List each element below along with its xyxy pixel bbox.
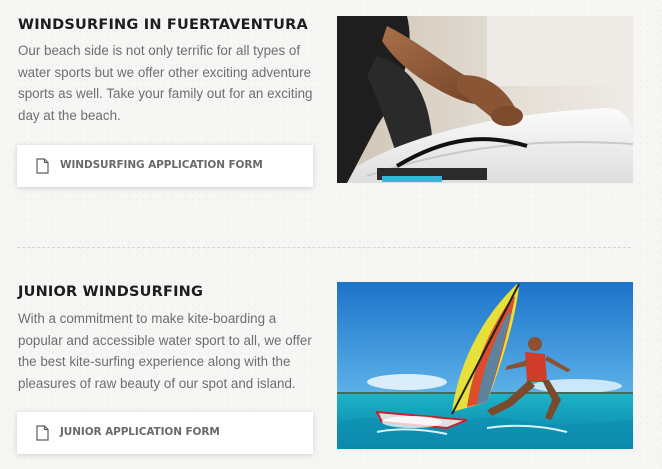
button-label: JUNIOR APPLICATION FORM <box>60 426 220 438</box>
document-icon <box>36 158 49 174</box>
document-icon <box>36 425 49 441</box>
section-description: With a commitment to make kite-boarding … <box>18 311 312 391</box>
hands-waxing-surfboard-photo <box>337 16 633 183</box>
section-divider <box>17 247 631 248</box>
junior-application-form-button[interactable]: JUNIOR APPLICATION FORM <box>17 412 313 454</box>
section-title: WINDSURFING IN FUERTAVENTURA <box>18 17 308 33</box>
junior-windsurfing-section: JUNIOR WINDSURFING With a commitment to … <box>0 250 662 469</box>
section-description: Our beach side is not only terrific for … <box>18 43 313 123</box>
button-label: WINDSURFING APPLICATION FORM <box>60 159 263 171</box>
windsurfing-application-form-button[interactable]: WINDSURFING APPLICATION FORM <box>17 145 313 187</box>
windsurfer-on-sea-photo <box>337 282 633 449</box>
section-title: JUNIOR WINDSURFING <box>18 284 204 300</box>
windsurfing-section: WINDSURFING IN FUERTAVENTURA Our beach s… <box>0 0 662 236</box>
